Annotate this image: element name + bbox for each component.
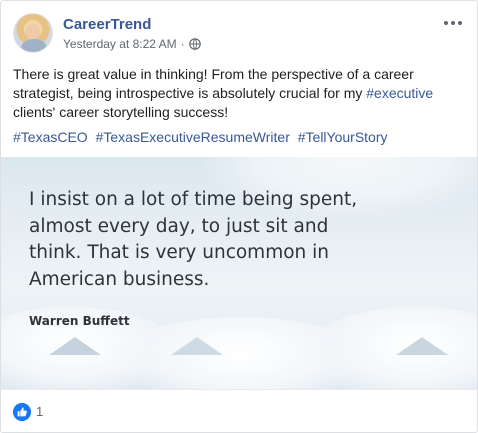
facebook-post: CareerTrend Yesterday at 8:22 AM · There…: [0, 0, 478, 433]
globe-icon[interactable]: [188, 38, 201, 50]
mountain-peak: [171, 337, 223, 355]
mountain-peak: [396, 337, 448, 355]
image-quote-text: I insist on a lot of time being spent, a…: [29, 189, 358, 290]
author-name[interactable]: CareerTrend: [63, 16, 151, 33]
mountain-peak: [49, 337, 101, 355]
hashtag-link[interactable]: #TellYourStory: [298, 129, 388, 145]
post-timestamp[interactable]: Yesterday at 8:22 AM: [63, 37, 177, 51]
author-avatar[interactable]: [13, 13, 53, 53]
post-image[interactable]: I insist on a lot of time being spent, a…: [1, 157, 477, 389]
hashtag-link[interactable]: #TexasCEO: [13, 129, 88, 145]
avatar-face: [26, 24, 40, 40]
hashtag-link-executive[interactable]: #executive: [366, 85, 433, 101]
reaction-count[interactable]: 1: [36, 404, 43, 419]
post-text: There is great value in thinking! From t…: [13, 65, 467, 122]
like-icon[interactable]: [13, 403, 31, 421]
more-dot: [444, 21, 448, 25]
reactions-bar: 1: [1, 389, 477, 433]
cloud: [301, 307, 477, 389]
more-options-icon[interactable]: [441, 13, 465, 33]
post-hashtags: #TexasCEO #TexasExecutiveResumeWriter #T…: [13, 128, 467, 147]
image-quote-attribution: Warren Buffett: [29, 314, 130, 328]
post-header: CareerTrend Yesterday at 8:22 AM ·: [13, 13, 465, 55]
hashtag-link[interactable]: #TexasExecutiveResumeWriter: [96, 129, 290, 145]
avatar-body: [21, 39, 47, 52]
post-meta: Yesterday at 8:22 AM ·: [63, 37, 201, 51]
more-dot: [458, 21, 462, 25]
meta-separator: ·: [180, 37, 185, 51]
post-text-after: clients' career storytelling success!: [13, 104, 229, 120]
post-text-before: There is great value in thinking! From t…: [13, 66, 414, 101]
more-dot: [451, 21, 455, 25]
